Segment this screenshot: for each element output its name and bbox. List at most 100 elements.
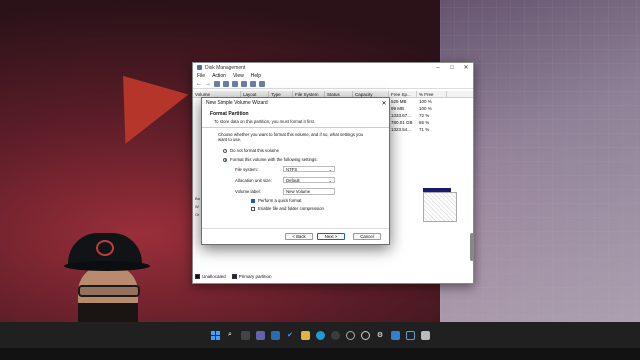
free-space-cell: 1333.67...	[391, 113, 412, 118]
free-space-cell: 99 MB	[391, 106, 405, 111]
menu-bar: File Action View Help	[193, 72, 473, 80]
chrome-icon[interactable]	[330, 330, 340, 340]
disk-management-taskbar-icon[interactable]	[405, 330, 415, 340]
app-icon-blue[interactable]	[390, 330, 400, 340]
wizard-heading: Format Partition	[210, 111, 249, 117]
wizard-prompt: Choose whether you want to format this v…	[218, 132, 363, 142]
forward-arrow-icon[interactable]: →	[205, 81, 211, 87]
radio-no-format[interactable]: Do not format this volume	[223, 148, 373, 153]
compression-checkbox[interactable]	[251, 206, 255, 211]
checkmark-app-icon[interactable]: ✔	[286, 331, 295, 340]
file-system-row: File system: NTFS ⌄	[235, 165, 373, 173]
unallocated-region[interactable]	[423, 192, 457, 222]
settings-gear-icon[interactable]: ⚙	[376, 331, 385, 340]
widgets-icon[interactable]	[270, 330, 280, 340]
radio-button-selected[interactable]	[223, 157, 227, 162]
toolbar-icon-3[interactable]	[232, 81, 238, 87]
chevron-down-icon: ⌄	[328, 166, 332, 172]
file-system-label: File system:	[235, 166, 258, 172]
legend-primary: Primary partition	[231, 274, 272, 279]
legend-swatch-primary	[231, 274, 237, 279]
start-icon[interactable]	[210, 330, 220, 340]
percent-free-cell: 100 %	[419, 106, 432, 111]
percent-free-cell: 72 %	[419, 113, 430, 118]
mouse-cursor-icon	[279, 183, 282, 189]
legend-swatch-unallocated	[195, 274, 200, 279]
volume-label-row: Volume label: New Volume	[235, 187, 373, 195]
back-button[interactable]: < Back	[285, 233, 313, 240]
vertical-scrollbar[interactable]	[470, 233, 474, 261]
legend-primary-label: Primary partition	[238, 274, 272, 279]
menu-view[interactable]: View	[233, 73, 244, 79]
quick-format-checkbox[interactable]	[251, 198, 255, 203]
free-space-cell: 529 MB	[391, 99, 407, 104]
percent-free-cell: 85 %	[419, 120, 430, 125]
wizard-title: New Simple Volume Wizard	[206, 100, 268, 106]
quick-format-label: Perform a quick format	[258, 198, 302, 203]
wizard-titlebar: New Simple Volume Wizard ✕	[202, 98, 389, 108]
radio-no-format-label: Do not format this volume	[230, 148, 279, 153]
toolbar: ← →	[193, 80, 473, 89]
task-view-icon[interactable]	[240, 330, 250, 340]
maximize-icon[interactable]: □	[445, 63, 459, 72]
minimize-icon[interactable]: –	[431, 63, 445, 72]
radio-button[interactable]	[223, 148, 227, 153]
disk-management-title: Disk Management	[205, 64, 246, 71]
clock-app-icon[interactable]	[360, 330, 370, 340]
file-explorer-icon[interactable]	[300, 330, 310, 340]
menu-help[interactable]: Help	[251, 73, 261, 79]
chevron-down-icon: ⌄	[328, 177, 332, 183]
wizard-body: Choose whether you want to format this v…	[202, 128, 389, 215]
allocation-row: Allocation unit size: Default ⌄	[235, 176, 373, 184]
taskbar: ⌕ ✔ ⚙	[0, 322, 640, 348]
disk-management-icon	[197, 65, 202, 70]
close-icon[interactable]: ✕	[379, 100, 389, 107]
app-icon-drive[interactable]	[420, 330, 430, 340]
volume-label-input[interactable]: New Volume	[283, 187, 335, 195]
webcam-cap-brim	[64, 261, 150, 271]
col-percent-free[interactable]: % Free	[417, 91, 447, 97]
check-icon[interactable]	[250, 81, 256, 87]
allocation-select[interactable]: Default ⌄	[283, 176, 335, 184]
allocation-value: Default	[286, 177, 300, 183]
bottom-strip	[0, 348, 640, 360]
new-simple-volume-wizard: New Simple Volume Wizard ✕ Format Partit…	[201, 97, 390, 245]
free-space-cell: 1323.54...	[391, 127, 412, 132]
file-system-select[interactable]: NTFS ⌄	[283, 165, 335, 173]
percent-free-cell: 100 %	[419, 99, 432, 104]
cancel-button[interactable]: Cancel	[353, 233, 381, 240]
compression-row[interactable]: Enable file and folder compression	[251, 206, 373, 211]
webcam-glasses	[78, 285, 140, 297]
edge-icon[interactable]	[315, 330, 325, 340]
app-icon-circle[interactable]	[345, 330, 355, 340]
close-icon[interactable]: ✕	[459, 63, 473, 72]
toolbar-icon-4[interactable]	[241, 81, 247, 87]
wizard-subheading: To store data on this partition, you mus…	[214, 119, 316, 124]
quick-format-row[interactable]: Perform a quick format	[251, 198, 373, 203]
wallpaper-shard	[91, 51, 189, 144]
back-arrow-icon[interactable]: ←	[196, 81, 202, 87]
help-icon[interactable]	[223, 81, 229, 87]
next-button[interactable]: Next >	[317, 233, 345, 240]
legend-unallocated-label: Unallocated	[202, 274, 226, 279]
compression-label: Enable file and folder compression	[258, 206, 324, 211]
radio-format-label: Format this volume with the following se…	[230, 157, 318, 162]
disk-management-titlebar: Disk Management – □ ✕	[193, 63, 473, 72]
chat-icon[interactable]	[255, 330, 265, 340]
wizard-header: Format Partition To store data on this p…	[202, 108, 389, 128]
free-space-cell: 780.01 GB	[391, 120, 413, 125]
menu-file[interactable]: File	[197, 73, 205, 79]
search-icon[interactable]: ⌕	[226, 331, 235, 340]
toolbar-icon-1[interactable]	[214, 81, 220, 87]
col-free-space[interactable]: Free Sp...	[389, 91, 417, 97]
percent-free-cell: 71 %	[419, 127, 430, 132]
toolbar-icon-6[interactable]	[259, 81, 265, 87]
menu-action[interactable]: Action	[212, 73, 226, 79]
wizard-footer: < Back Next > Cancel	[202, 228, 389, 244]
legend: Unallocated Primary partition	[195, 274, 272, 279]
cap-logo-icon	[96, 240, 114, 256]
radio-format[interactable]: Format this volume with the following se…	[223, 157, 373, 162]
allocation-label: Allocation unit size:	[235, 177, 272, 183]
file-system-value: NTFS	[286, 166, 298, 172]
legend-unallocated: Unallocated	[195, 274, 226, 279]
